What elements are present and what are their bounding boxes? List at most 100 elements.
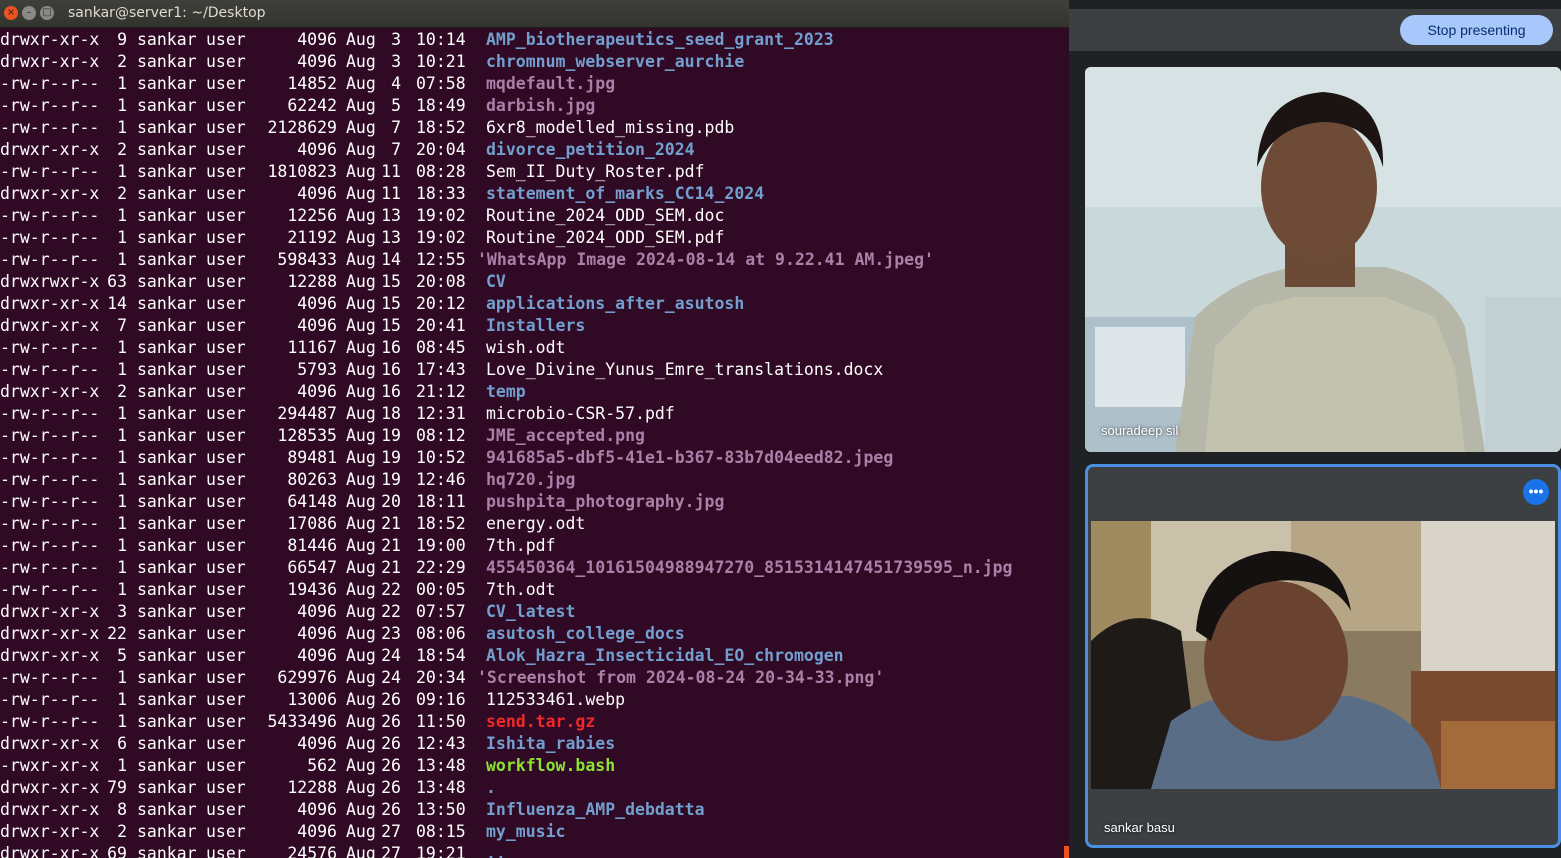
more-options-icon[interactable]: ••• bbox=[1523, 479, 1549, 505]
file-size: 13006 bbox=[287, 690, 337, 709]
group: user bbox=[206, 470, 246, 489]
group: user bbox=[206, 756, 246, 775]
time: 07:58 bbox=[416, 74, 466, 93]
time: 09:16 bbox=[416, 690, 466, 709]
participant-tile[interactable]: souradeep sil bbox=[1085, 67, 1561, 452]
time: 18:33 bbox=[416, 184, 466, 203]
link-count: 63 bbox=[107, 272, 127, 291]
time: 07:57 bbox=[416, 602, 466, 621]
permissions: -rw-r--r-- bbox=[0, 426, 100, 445]
day: 19 bbox=[381, 448, 401, 467]
file-size: 128535 bbox=[277, 426, 337, 445]
month: Aug bbox=[346, 360, 376, 379]
day: 26 bbox=[381, 734, 401, 753]
day: 22 bbox=[381, 580, 401, 599]
file-name: Influenza_AMP_debdatta bbox=[486, 800, 705, 819]
group: user bbox=[206, 778, 246, 797]
participant-video bbox=[1085, 67, 1561, 452]
minimize-window-button[interactable]: – bbox=[22, 6, 36, 20]
terminal-window[interactable]: × – □ sankar@server1: ~/Desktop drwxr-xr… bbox=[0, 0, 1069, 858]
owner: sankar bbox=[137, 712, 197, 731]
time: 22:29 bbox=[416, 558, 466, 577]
terminal-line: -rw-r--r-- 1 sankar user 89481 Aug 19 10:52 9416… bbox=[0, 447, 1069, 469]
terminal-titlebar[interactable]: × – □ sankar@server1: ~/Desktop bbox=[0, 0, 1069, 28]
file-size: 2128629 bbox=[267, 118, 337, 137]
terminal-line: drwxr-xr-x 9 sankar user 4096 Aug 3 10:14 AMP_bi… bbox=[0, 29, 1069, 51]
file-size: 14852 bbox=[287, 74, 337, 93]
month: Aug bbox=[346, 514, 376, 533]
month: Aug bbox=[346, 492, 376, 511]
time: 19:21 bbox=[416, 844, 466, 858]
close-window-button[interactable]: × bbox=[4, 6, 18, 20]
time: 19:02 bbox=[416, 228, 466, 247]
file-size: 4096 bbox=[297, 140, 337, 159]
link-count: 1 bbox=[117, 536, 127, 555]
permissions: -rw-r--r-- bbox=[0, 404, 100, 423]
group: user bbox=[206, 668, 246, 687]
group: user bbox=[206, 734, 246, 753]
terminal-line: -rw-r--r-- 1 sankar user 14852 Aug 4 07:58 mqdef… bbox=[0, 73, 1069, 95]
permissions: drwxr-xr-x bbox=[0, 624, 100, 643]
day: 13 bbox=[381, 206, 401, 225]
day: 7 bbox=[391, 140, 401, 159]
owner: sankar bbox=[137, 52, 197, 71]
file-name: wish.odt bbox=[486, 338, 566, 357]
month: Aug bbox=[346, 558, 376, 577]
group: user bbox=[206, 316, 246, 335]
link-count: 1 bbox=[117, 690, 127, 709]
permissions: -rw-r--r-- bbox=[0, 250, 100, 269]
meeting-panel: Stop presenting souradeep sil ••• sankar… bbox=[1069, 0, 1561, 858]
owner: sankar bbox=[137, 426, 197, 445]
link-count: 69 bbox=[107, 844, 127, 858]
terminal-line: drwxr-xr-x 5 sankar user 4096 Aug 24 18:54 Alok_… bbox=[0, 645, 1069, 667]
file-name: 6xr8_modelled_missing.pdb bbox=[486, 118, 735, 137]
terminal-line: drwxr-xr-x 22 sankar user 4096 Aug 23 08:06 asut… bbox=[0, 623, 1069, 645]
time: 13:48 bbox=[416, 778, 466, 797]
month: Aug bbox=[346, 250, 376, 269]
day: 15 bbox=[381, 316, 401, 335]
terminal-output[interactable]: drwxr-xr-x 9 sankar user 4096 Aug 3 10:14 AMP_bi… bbox=[0, 29, 1069, 858]
permissions: -rw-r--r-- bbox=[0, 448, 100, 467]
day: 14 bbox=[381, 250, 401, 269]
day: 21 bbox=[381, 536, 401, 555]
time: 13:48 bbox=[416, 756, 466, 775]
time: 18:49 bbox=[416, 96, 466, 115]
time: 21:12 bbox=[416, 382, 466, 401]
link-count: 6 bbox=[117, 734, 127, 753]
time: 08:28 bbox=[416, 162, 466, 181]
permissions: -rw-r--r-- bbox=[0, 338, 100, 357]
permissions: drwxr-xr-x bbox=[0, 778, 100, 797]
link-count: 1 bbox=[117, 712, 127, 731]
permissions: drwxr-xr-x bbox=[0, 140, 100, 159]
day: 11 bbox=[381, 184, 401, 203]
group: user bbox=[206, 272, 246, 291]
link-count: 5 bbox=[117, 646, 127, 665]
file-size: 4096 bbox=[297, 184, 337, 203]
file-size: 4096 bbox=[297, 822, 337, 841]
group: user bbox=[206, 30, 246, 49]
file-size: 4096 bbox=[297, 734, 337, 753]
stop-presenting-button[interactable]: Stop presenting bbox=[1400, 15, 1553, 45]
permissions: -rw-r--r-- bbox=[0, 118, 100, 137]
time: 08:12 bbox=[416, 426, 466, 445]
file-name: microbio-CSR-57.pdf bbox=[486, 404, 675, 423]
link-count: 1 bbox=[117, 250, 127, 269]
day: 15 bbox=[381, 272, 401, 291]
link-count: 1 bbox=[117, 96, 127, 115]
participant-tile-active[interactable]: ••• sankar basu bbox=[1085, 464, 1561, 848]
file-size: 4096 bbox=[297, 624, 337, 643]
terminal-line: -rw-r--r-- 1 sankar user 1810823 Aug 11 08:28 Se… bbox=[0, 161, 1069, 183]
terminal-line: -rw-r--r-- 1 sankar user 66547 Aug 21 22:29 4554… bbox=[0, 557, 1069, 579]
permissions: -rw-r--r-- bbox=[0, 360, 100, 379]
day: 26 bbox=[381, 712, 401, 731]
terminal-line: -rw-r--r-- 1 sankar user 62242 Aug 5 18:49 darbi… bbox=[0, 95, 1069, 117]
month: Aug bbox=[346, 734, 376, 753]
maximize-window-button[interactable]: □ bbox=[40, 6, 54, 20]
owner: sankar bbox=[137, 514, 197, 533]
file-size: 4096 bbox=[297, 800, 337, 819]
group: user bbox=[206, 382, 246, 401]
month: Aug bbox=[346, 338, 376, 357]
group: user bbox=[206, 228, 246, 247]
group: user bbox=[206, 690, 246, 709]
terminal-line: drwxr-xr-x 2 sankar user 4096 Aug 7 20:04 divorc… bbox=[0, 139, 1069, 161]
